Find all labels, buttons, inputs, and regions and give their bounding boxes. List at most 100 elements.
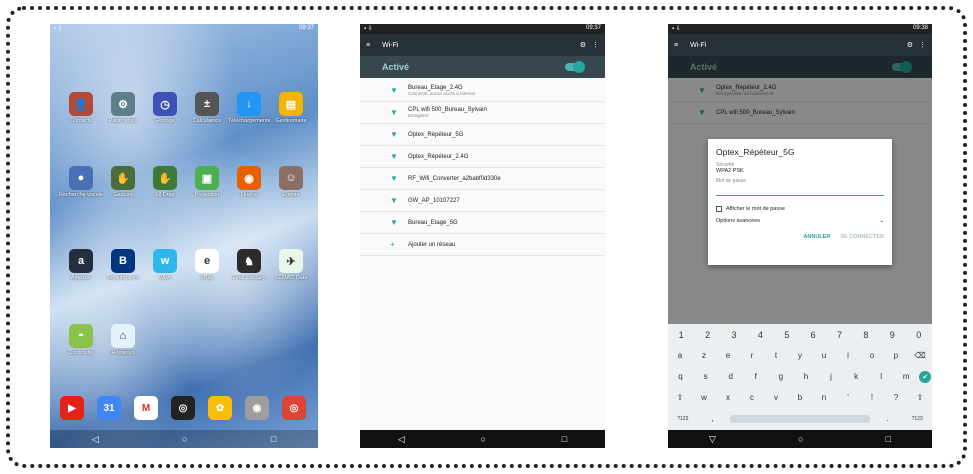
- app-shortcut[interactable]: ✈ SEMAC Data: [268, 249, 314, 281]
- key[interactable]: ⇧: [908, 393, 932, 402]
- checkbox-icon[interactable]: [716, 206, 722, 212]
- key[interactable]: m: [894, 372, 918, 381]
- network-row[interactable]: ▼ Optex_Répéteur_5G: [360, 124, 605, 146]
- key[interactable]: p: [884, 351, 908, 360]
- key[interactable]: c: [740, 393, 764, 402]
- key[interactable]: g: [769, 372, 793, 381]
- chrome-icon[interactable]: ◎: [282, 396, 306, 420]
- key[interactable]: y: [788, 351, 812, 360]
- key[interactable]: j: [819, 372, 843, 381]
- key[interactable]: h: [794, 372, 818, 381]
- semac-icon[interactable]: ✈: [279, 249, 303, 273]
- game2-icon[interactable]: ♞: [237, 249, 261, 273]
- key[interactable]: s: [694, 372, 718, 381]
- key[interactable]: f: [744, 372, 768, 381]
- period-key[interactable]: .: [876, 414, 900, 423]
- iconia-icon[interactable]: ◎: [171, 396, 195, 420]
- home-icon[interactable]: ○: [182, 434, 187, 444]
- comma-key[interactable]: ,: [700, 414, 724, 423]
- photos-icon[interactable]: ✿: [208, 396, 232, 420]
- space-key[interactable]: [729, 414, 870, 423]
- app-shortcut[interactable]: ↓ Téléchargements: [226, 92, 272, 124]
- password-input[interactable]: [716, 184, 884, 196]
- drag-icon[interactable]: ✋: [153, 166, 177, 190]
- key[interactable]: ': [836, 393, 860, 402]
- ebay-icon[interactable]: e: [195, 249, 219, 273]
- contacts-icon[interactable]: 👤: [69, 92, 93, 116]
- recents-icon[interactable]: □: [271, 434, 276, 444]
- app-shortcut[interactable]: ◷ Horloge: [142, 92, 188, 124]
- app-shortcut[interactable]: ▣ Projection: [184, 166, 230, 198]
- app-shortcut[interactable]: a Amazon: [58, 249, 104, 281]
- app-shortcut[interactable]: ● Recherche vocale: [58, 166, 104, 198]
- app-shortcut[interactable]: ◉ Firefox: [226, 166, 272, 198]
- settings-icon[interactable]: ⚙: [907, 41, 913, 49]
- key[interactable]: !: [860, 393, 884, 402]
- cancel-button[interactable]: ANNULER: [803, 234, 830, 240]
- gesture-icon[interactable]: ✋: [111, 166, 135, 190]
- key[interactable]: r: [740, 351, 764, 360]
- settings-icon[interactable]: ⚙: [580, 41, 586, 49]
- back-icon[interactable]: ◁: [92, 434, 99, 445]
- app-shortcut[interactable]: ✋ Fil Drag: [142, 166, 188, 198]
- network-row[interactable]: ▼ Bureau_Etage_5G: [360, 212, 605, 234]
- home-icon[interactable]: ○: [798, 434, 803, 444]
- wish-icon[interactable]: w: [153, 249, 177, 273]
- key[interactable]: b: [788, 393, 812, 402]
- key[interactable]: z: [692, 351, 716, 360]
- key[interactable]: n: [812, 393, 836, 402]
- network-row[interactable]: ▼ RF_Wifi_Converter_a2babf0d330e: [360, 168, 605, 190]
- connect-button[interactable]: SE CONNECTER: [840, 234, 884, 240]
- wifi-toggle[interactable]: [565, 61, 585, 73]
- download-icon[interactable]: ↓: [237, 92, 261, 116]
- key[interactable]: ⇧: [668, 393, 692, 402]
- network-row[interactable]: ▼ Bureau_Etage_2.4G Connecté, aucun accès …: [360, 80, 605, 102]
- key[interactable]: x: [716, 393, 740, 402]
- app-shortcut[interactable]: ⚙ Paramètres: [100, 92, 146, 124]
- mic-icon[interactable]: ●: [69, 166, 93, 190]
- app-shortcut[interactable]: e eBay: [184, 249, 230, 281]
- advanced-options[interactable]: Options avancées ⌄: [716, 218, 884, 224]
- key[interactable]: 3: [722, 330, 746, 340]
- show-password-checkbox[interactable]: Afficher le mot de passe: [716, 206, 884, 212]
- calendar-icon[interactable]: 31: [97, 396, 121, 420]
- amazon-icon[interactable]: a: [69, 249, 93, 273]
- menu-icon[interactable]: ≡: [674, 42, 678, 49]
- key[interactable]: u: [812, 351, 836, 360]
- recents-icon[interactable]: □: [886, 434, 891, 444]
- key[interactable]: 1: [669, 330, 693, 340]
- key[interactable]: 2: [696, 330, 720, 340]
- home-icon[interactable]: ○: [481, 434, 486, 444]
- network-row[interactable]: ▼ GW_AP_10107227: [360, 190, 605, 212]
- app-shortcut[interactable]: ± Calculatrice: [184, 92, 230, 124]
- key[interactable]: 0: [907, 330, 931, 340]
- key[interactable]: k: [844, 372, 868, 381]
- folder-icon[interactable]: ▤: [279, 92, 303, 116]
- camera-icon[interactable]: ◉: [245, 396, 269, 420]
- key[interactable]: 5: [775, 330, 799, 340]
- app-shortcut[interactable]: ♞ Final Fantasy: [226, 249, 272, 281]
- network-row[interactable]: ▼ Optex_Répéteur_2.4G: [360, 146, 605, 168]
- homesys-icon[interactable]: ⌂: [111, 324, 135, 348]
- projection-icon[interactable]: ▣: [195, 166, 219, 190]
- booking-icon[interactable]: B: [111, 249, 135, 273]
- key[interactable]: q: [669, 372, 693, 381]
- firefox-icon[interactable]: ◉: [237, 166, 261, 190]
- back-icon[interactable]: ▽: [709, 434, 716, 445]
- app-shortcut[interactable]: ☺ Empire: [268, 166, 314, 198]
- app-shortcut[interactable]: ▤ Gestionnaire: [268, 92, 314, 124]
- key[interactable]: 6: [801, 330, 825, 340]
- key[interactable]: 8: [854, 330, 878, 340]
- overflow-icon[interactable]: ⋮: [592, 41, 599, 49]
- app-shortcut[interactable]: w Wish: [142, 249, 188, 281]
- app-shortcut[interactable]: ✋ Gesture: [100, 166, 146, 198]
- key[interactable]: i: [836, 351, 860, 360]
- clock-icon[interactable]: ◷: [153, 92, 177, 116]
- key[interactable]: o: [860, 351, 884, 360]
- key[interactable]: v: [764, 393, 788, 402]
- app-shortcut[interactable]: B Booking.com: [100, 249, 146, 281]
- app-shortcut[interactable]: ⌂ Homesys: [100, 324, 146, 356]
- key[interactable]: d: [719, 372, 743, 381]
- enter-key[interactable]: ✔: [919, 370, 932, 383]
- gmail-icon[interactable]: M: [134, 396, 158, 420]
